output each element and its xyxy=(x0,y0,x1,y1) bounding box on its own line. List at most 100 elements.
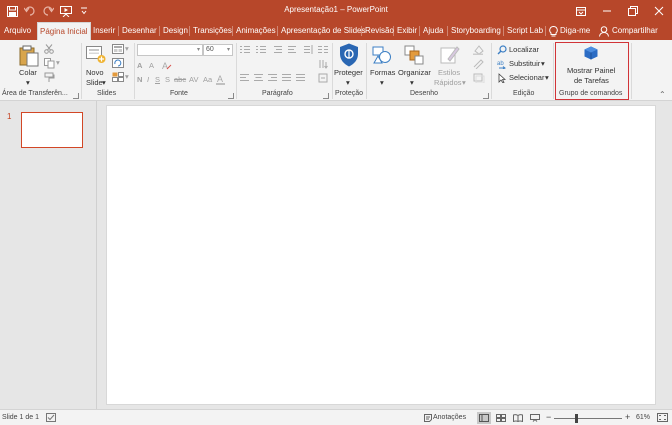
window-controls xyxy=(568,0,672,22)
slideshow-view-icon[interactable] xyxy=(528,412,542,424)
select-dropdown-icon[interactable]: ▾ xyxy=(545,73,549,82)
arrange-icon[interactable] xyxy=(404,45,424,67)
zoom-in-button[interactable]: + xyxy=(625,412,630,422)
font-name-combo[interactable]: ▾ xyxy=(137,44,203,56)
italic-icon[interactable]: I xyxy=(147,75,149,84)
new-slide-dropdown-icon[interactable]: ▾ xyxy=(102,78,106,87)
arrange-dropdown-icon[interactable]: ▾ xyxy=(410,78,414,87)
paragraph-tools-row1 xyxy=(240,45,328,57)
strikethrough-icon[interactable]: abc xyxy=(174,75,186,84)
font-group-label: Fonte xyxy=(170,90,188,97)
tab-pagina-inicial[interactable]: Página Inicial xyxy=(37,22,91,40)
bold-icon[interactable]: N xyxy=(137,75,142,84)
zoom-slider-thumb[interactable] xyxy=(575,414,578,423)
shadow-icon[interactable]: S xyxy=(165,75,170,84)
svg-text:ab: ab xyxy=(497,61,504,67)
paste-icon[interactable] xyxy=(19,45,39,69)
tab-arquivo[interactable]: Arquivo xyxy=(4,22,31,40)
format-painter-icon[interactable] xyxy=(44,72,55,85)
tab-animacoes[interactable]: Animações xyxy=(236,22,276,40)
title-bar: Apresentação1 – PowerPoint xyxy=(0,0,672,22)
layout-icon[interactable] xyxy=(112,44,124,56)
slide-canvas[interactable] xyxy=(106,105,656,405)
ribbon-display-options-icon[interactable] xyxy=(568,0,594,22)
copy-dropdown-icon[interactable]: ▾ xyxy=(56,58,60,67)
copy-icon[interactable] xyxy=(44,58,55,71)
text-direction-icon[interactable] xyxy=(318,59,328,71)
paste-button[interactable]: Colar xyxy=(19,68,37,77)
commands-group-highlight xyxy=(555,42,629,100)
tab-ajuda[interactable]: Ajuda xyxy=(423,22,443,40)
cut-icon[interactable] xyxy=(44,44,54,56)
select-button[interactable]: Selecionar xyxy=(509,73,544,82)
zoom-level[interactable]: 61% xyxy=(636,414,650,421)
paste-dropdown-icon[interactable]: ▾ xyxy=(26,78,30,87)
paragraph-launcher-icon[interactable] xyxy=(323,93,329,99)
tell-me-search[interactable]: Diga-me xyxy=(560,22,590,40)
section-icon[interactable] xyxy=(112,72,124,84)
fit-slide-icon[interactable] xyxy=(657,413,668,424)
align-text-icon[interactable] xyxy=(318,73,328,85)
zoom-out-button[interactable]: − xyxy=(546,412,551,422)
protect-dropdown-icon[interactable]: ▾ xyxy=(346,78,350,87)
restore-icon[interactable] xyxy=(620,0,646,22)
drawing-launcher-icon[interactable] xyxy=(483,93,489,99)
tab-desenhar[interactable]: Desenhar xyxy=(122,22,157,40)
tab-transicoes[interactable]: Transições xyxy=(193,22,232,40)
new-slide-button[interactable]: Novo xyxy=(86,68,104,77)
quick-styles-button[interactable]: Estilos xyxy=(438,68,460,77)
tab-design[interactable]: Design xyxy=(163,22,188,40)
shape-effects-icon[interactable] xyxy=(473,73,485,85)
notes-icon xyxy=(424,414,432,424)
shape-fill-icon[interactable] xyxy=(473,45,487,57)
tab-inserir[interactable]: Inserir xyxy=(93,22,115,40)
user-icon xyxy=(599,26,609,39)
paragraph-group-label: Parágrafo xyxy=(262,90,293,97)
shapes-icon[interactable] xyxy=(372,45,392,67)
quick-styles-dropdown-icon[interactable]: ▾ xyxy=(462,78,466,87)
slide-sorter-view-icon[interactable] xyxy=(494,412,508,424)
font-color-icon[interactable]: A xyxy=(216,74,226,87)
tab-exibir[interactable]: Exibir xyxy=(397,22,417,40)
alignment-icons xyxy=(240,73,310,85)
collapse-ribbon-icon[interactable]: ⌃ xyxy=(659,90,666,99)
reading-view-icon[interactable] xyxy=(511,412,525,424)
protect-icon[interactable] xyxy=(339,43,359,69)
find-button[interactable]: Localizar xyxy=(509,45,539,54)
new-slide-icon[interactable] xyxy=(86,44,106,66)
status-bar: Slide 1 de 1 Anotações − + 61% xyxy=(0,409,672,425)
columns-icon[interactable] xyxy=(318,45,328,57)
arrange-button[interactable]: Organizar xyxy=(398,68,431,77)
normal-view-icon[interactable] xyxy=(477,412,491,424)
find-icon xyxy=(497,45,507,57)
quick-styles-icon[interactable] xyxy=(440,45,460,67)
tab-script-lab[interactable]: Script Lab xyxy=(507,22,543,40)
slide-thumbnail[interactable] xyxy=(21,112,83,148)
shapes-button[interactable]: Formas xyxy=(370,68,395,77)
clear-formatting-icon[interactable]: A xyxy=(162,61,172,72)
decrease-font-icon[interactable]: A xyxy=(149,61,154,70)
share-button[interactable]: Compartilhar xyxy=(612,22,658,40)
font-launcher-icon[interactable] xyxy=(228,93,234,99)
shape-outline-icon[interactable] xyxy=(473,59,485,71)
close-icon[interactable] xyxy=(646,0,672,22)
shapes-dropdown-icon[interactable]: ▾ xyxy=(380,78,384,87)
protect-button[interactable]: Proteger xyxy=(334,68,363,77)
clipboard-launcher-icon[interactable] xyxy=(73,93,79,99)
tab-storyboarding[interactable]: Storyboarding xyxy=(451,22,501,40)
underline-icon[interactable]: S xyxy=(155,75,160,84)
character-spacing-icon[interactable]: AV xyxy=(189,75,198,84)
spelling-check-icon[interactable] xyxy=(46,413,56,424)
increase-font-icon[interactable]: A xyxy=(137,61,142,70)
font-size-combo[interactable]: 60 ▾ xyxy=(203,44,233,56)
minimize-icon[interactable] xyxy=(594,0,620,22)
reset-slide-icon[interactable] xyxy=(112,58,124,70)
change-case-icon[interactable]: Aa xyxy=(203,75,212,84)
tab-apresentacao-de-slides[interactable]: Apresentação de Slides xyxy=(281,22,366,40)
tab-revisao[interactable]: Revisão xyxy=(365,22,394,40)
notes-button[interactable]: Anotações xyxy=(433,414,466,421)
replace-dropdown-icon[interactable]: ▾ xyxy=(541,59,545,68)
replace-button[interactable]: Substituir xyxy=(509,59,540,68)
zoom-slider[interactable] xyxy=(554,418,622,419)
select-icon xyxy=(497,73,507,85)
